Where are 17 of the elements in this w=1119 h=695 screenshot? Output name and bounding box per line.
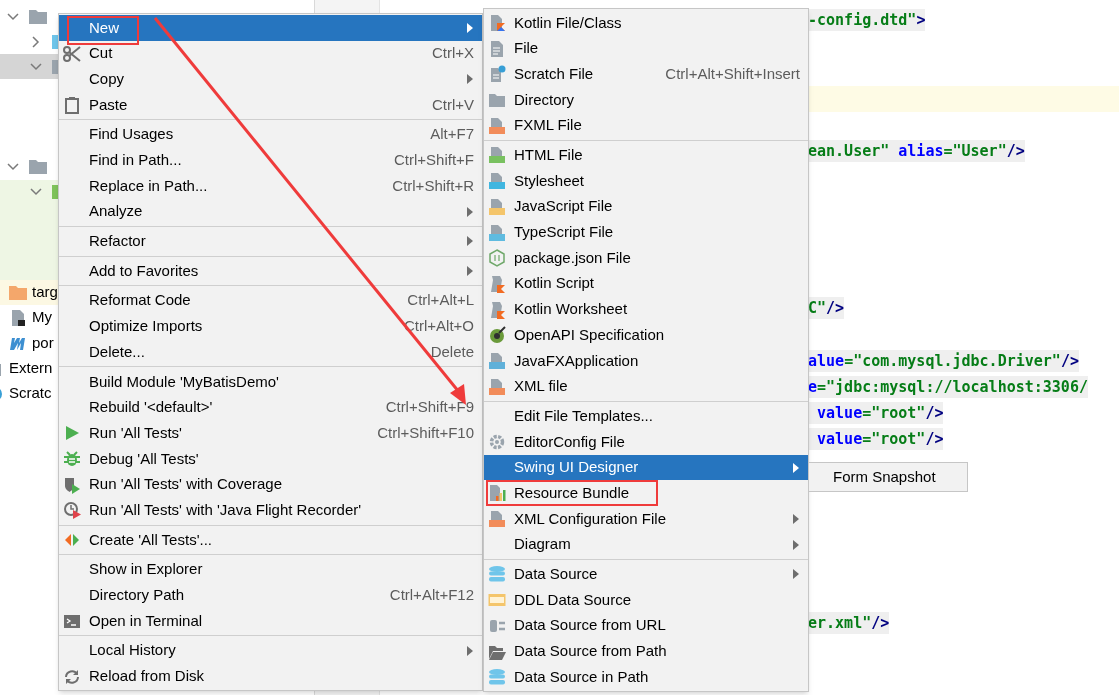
shortcut-label: Ctrl+Alt+O (403, 316, 474, 337)
shortcut-label: Ctrl+Alt+Shift+Insert (665, 63, 800, 84)
shortcut-label: Delete (430, 341, 474, 362)
tree-item-label: por (32, 332, 54, 353)
tree-item-label: Extern (9, 357, 53, 378)
shortcut-label: Ctrl+Shift+F9 (385, 397, 474, 418)
shortcut-label: Alt+F7 (430, 124, 474, 145)
shortcut-label: Ctrl+X (431, 43, 474, 64)
shortcut-label: Ctrl+Shift+R (392, 175, 474, 196)
tree-item-label: Scratc (9, 382, 52, 403)
shortcut-label: Ctrl+Alt+L (407, 290, 474, 311)
tree-item-label: targ (32, 282, 58, 303)
shortcut-label: Ctrl+Alt+F12 (389, 585, 474, 606)
shortcut-label: Ctrl+V (431, 94, 474, 115)
shortcut-label: Ctrl+Shift+F (393, 150, 474, 171)
shortcut-label: Ctrl+Shift+F10 (377, 422, 474, 443)
tree-item-label: My (32, 307, 52, 328)
